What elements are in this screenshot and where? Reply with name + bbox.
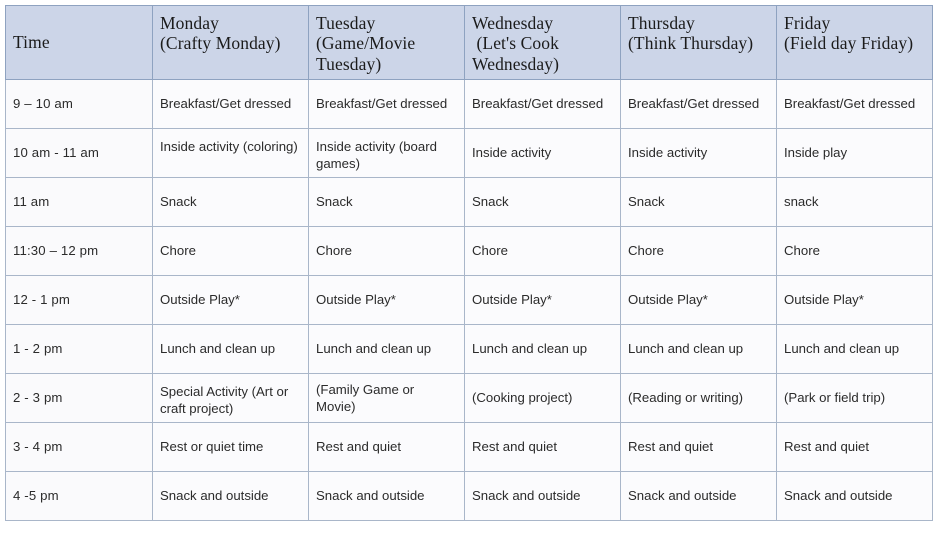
table-row: 12 - 1 pm Outside Play* Outside Play* Outsi…: [5, 275, 933, 325]
column-header-friday: Friday (Field day Friday): [776, 5, 933, 80]
activity-cell-monday: Outside Play*: [152, 275, 309, 325]
activity-cell-thursday: Snack and outside: [620, 471, 777, 521]
column-header-line: (Think Thursday): [628, 33, 754, 54]
table-row: 10 am - 11 am Inside activity (coloring) I…: [5, 128, 933, 178]
table-row: 1 - 2 pm Lunch and clean up Lunch and clea…: [5, 324, 933, 374]
column-header-line: Wednesday: [472, 13, 554, 33]
column-header-line: Thursday: [628, 13, 695, 33]
time-cell: 3 - 4 pm: [5, 422, 153, 472]
column-header-line: (Game/Movie: [316, 33, 416, 54]
column-header-line: Time: [13, 32, 50, 53]
activity-cell-thursday: Inside activity: [620, 128, 777, 178]
time-cell: 2 - 3 pm: [5, 373, 153, 423]
activity-cell-tuesday: Chore: [308, 226, 465, 276]
activity-cell-friday: Chore: [776, 226, 933, 276]
activity-cell-friday: snack: [776, 177, 933, 227]
column-header-line: (Field day Friday): [784, 33, 914, 54]
activity-cell-wednesday: (Cooking project): [464, 373, 621, 423]
column-header-tuesday: Tuesday (Game/Movie Tuesday): [308, 5, 465, 80]
activity-cell-wednesday: Rest and quiet: [464, 422, 621, 472]
activity-cell-wednesday: Snack: [464, 177, 621, 227]
column-header-line: Friday: [784, 13, 831, 33]
activity-cell-monday: Inside activity (coloring): [152, 128, 309, 178]
activity-cell-tuesday: Snack and outside: [308, 471, 465, 521]
column-header-line: (Crafty Monday): [160, 33, 281, 54]
activity-cell-monday: Chore: [152, 226, 309, 276]
activity-cell-monday: Special Activity (Art or craft project): [152, 373, 309, 423]
activity-cell-monday: Lunch and clean up: [152, 324, 309, 374]
activity-cell-tuesday: Snack: [308, 177, 465, 227]
time-cell: 1 - 2 pm: [5, 324, 153, 374]
activity-cell-wednesday: Breakfast/Get dressed: [464, 79, 621, 129]
activity-cell-tuesday: Lunch and clean up: [308, 324, 465, 374]
activity-cell-tuesday: Breakfast/Get dressed: [308, 79, 465, 129]
time-cell: 12 - 1 pm: [5, 275, 153, 325]
table-row: 9 – 10 am Breakfast/Get dressed Breakfast/…: [5, 79, 933, 129]
table-row: 11:30 – 12 pm Chore Chore Chore Chore Chore: [5, 226, 933, 276]
activity-cell-thursday: Snack: [620, 177, 777, 227]
column-header-line: Tuesday: [316, 13, 376, 33]
activity-cell-wednesday: Outside Play*: [464, 275, 621, 325]
activity-cell-friday: Snack and outside: [776, 471, 933, 521]
activity-cell-tuesday: Outside Play*: [308, 275, 465, 325]
activity-cell-friday: Rest and quiet: [776, 422, 933, 472]
activity-cell-thursday: Chore: [620, 226, 777, 276]
time-cell: 9 – 10 am: [5, 79, 153, 129]
activity-cell-friday: Outside Play*: [776, 275, 933, 325]
activity-cell-friday: Breakfast/Get dressed: [776, 79, 933, 129]
activity-cell-wednesday: Chore: [464, 226, 621, 276]
activity-cell-monday: Snack and outside: [152, 471, 309, 521]
activity-cell-thursday: (Reading or writing): [620, 373, 777, 423]
table-row: 3 - 4 pm Rest or quiet time Rest and quiet…: [5, 422, 933, 472]
activity-cell-friday: Inside play: [776, 128, 933, 178]
table-header: Time Monday (Crafty Monday) Tuesday (Game/Mo…: [5, 5, 933, 80]
column-header-monday: Monday (Crafty Monday): [152, 5, 309, 80]
activity-cell-tuesday: (Family Game or Movie): [308, 373, 465, 423]
activity-cell-thursday: Breakfast/Get dressed: [620, 79, 777, 129]
activity-cell-friday: (Park or field trip): [776, 373, 933, 423]
table-body: 9 – 10 am Breakfast/Get dressed Breakfast/…: [5, 79, 933, 521]
header-row: Time Monday (Crafty Monday) Tuesday (Game/Mo…: [5, 5, 933, 80]
table-row: 2 - 3 pm Special Activity (Art or craft p…: [5, 373, 933, 423]
activity-cell-tuesday: Rest and quiet: [308, 422, 465, 472]
activity-cell-monday: Snack: [152, 177, 309, 227]
time-cell: 11:30 – 12 pm: [5, 226, 153, 276]
time-cell: 10 am - 11 am: [5, 128, 153, 178]
time-cell: 11 am: [5, 177, 153, 227]
activity-cell-wednesday: Inside activity: [464, 128, 621, 178]
activity-cell-monday: Rest or quiet time: [152, 422, 309, 472]
activity-cell-thursday: Rest and quiet: [620, 422, 777, 472]
activity-cell-monday: Breakfast/Get dressed: [152, 79, 309, 129]
column-header-line: (Let's Cook: [472, 33, 559, 54]
column-header-wednesday: Wednesday (Let's Cook Wednesday): [464, 5, 621, 80]
activity-cell-friday: Lunch and clean up: [776, 324, 933, 374]
column-header-thursday: Thursday (Think Thursday): [620, 5, 777, 80]
time-cell: 4 -5 pm: [5, 471, 153, 521]
activity-cell-wednesday: Snack and outside: [464, 471, 621, 521]
table-row: 4 -5 pm Snack and outside Snack and outsid…: [5, 471, 933, 521]
activity-cell-thursday: Lunch and clean up: [620, 324, 777, 374]
weekly-schedule-page: Time Monday (Crafty Monday) Tuesday (Game/Mo…: [0, 0, 938, 543]
column-header-line: Tuesday): [316, 53, 382, 74]
column-header-line: Monday: [160, 13, 219, 33]
column-header-time: Time: [5, 5, 153, 80]
table-row: 11 am Snack Snack Snack Snack snack: [5, 177, 933, 227]
weekly-schedule-table: Time Monday (Crafty Monday) Tuesday (Game/Mo…: [5, 5, 933, 521]
activity-cell-wednesday: Lunch and clean up: [464, 324, 621, 374]
activity-cell-thursday: Outside Play*: [620, 275, 777, 325]
column-header-line: Wednesday): [472, 53, 560, 74]
activity-cell-tuesday: Inside activity (board games): [308, 128, 465, 178]
